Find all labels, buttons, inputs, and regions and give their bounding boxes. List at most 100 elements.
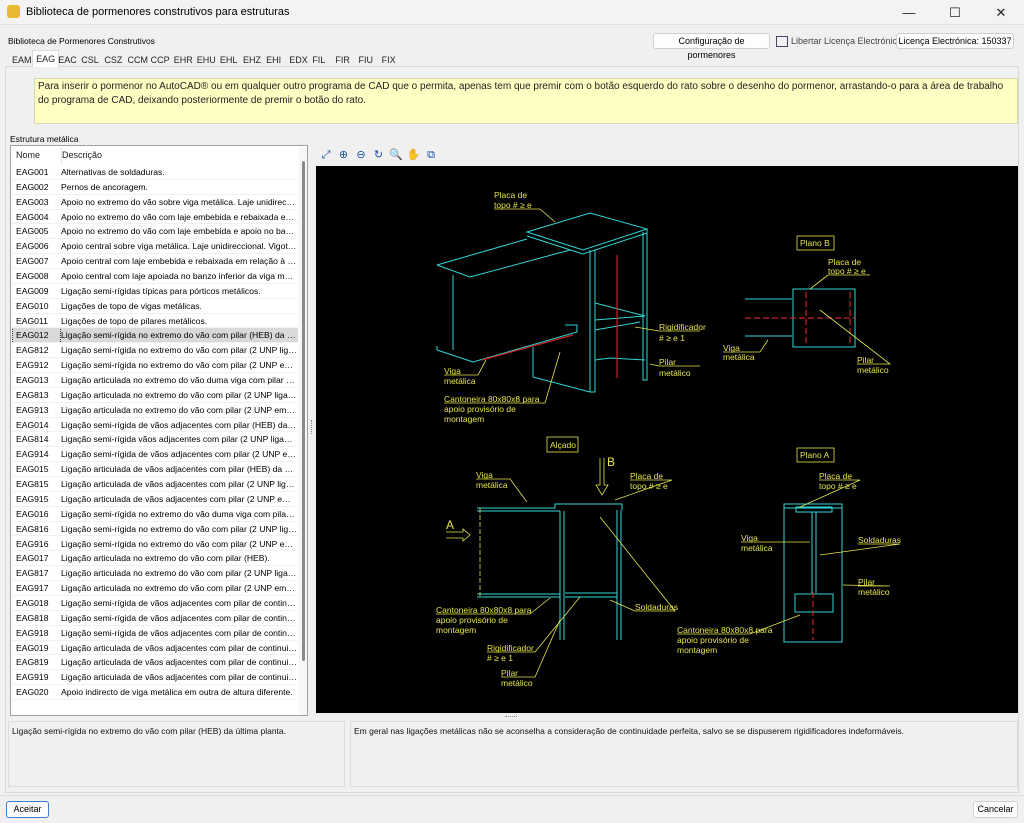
column-header-description[interactable]: Descrição [61, 147, 102, 164]
item-description: Ligação semi-rígida de vãos adjacentes c… [61, 449, 297, 460]
item-name: EAG009 [16, 285, 49, 296]
list-item[interactable]: EAG017 Ligação articulada no extremo do v… [12, 551, 298, 567]
list-item[interactable]: EAG001 Alternativas de soldaduras. [12, 165, 298, 180]
list-item[interactable]: EAG818 Ligação semi-rígida de vãos adjace… [12, 611, 298, 626]
tab-fil[interactable]: FIL [309, 53, 328, 67]
cancel-button[interactable]: Cancelar [973, 801, 1018, 818]
list-item[interactable]: EAG813 Ligação articulada no extremo do v… [12, 388, 298, 403]
list-item[interactable]: EAG918 Ligação semi-rígida de vãos adjace… [12, 626, 298, 641]
detail-drawing[interactable]: Placa de topo # ≥ e Viga metálica Canton… [316, 166, 1018, 713]
zoom-previous-icon[interactable]: ↻ [372, 148, 386, 162]
list-item[interactable]: EAG013 Ligação articulada no extremo do v… [12, 373, 298, 388]
zoom-extents-icon[interactable]: ⤢ [319, 148, 333, 162]
license-button[interactable]: Licença Electrónica: 150337 [896, 33, 1014, 49]
list-item[interactable]: EAG007 Apoio central com laje embebida e … [12, 254, 298, 270]
close-button[interactable]: ✕ [978, 0, 1024, 25]
list-item[interactable]: EAG002 Pernos de ancoragem. [12, 180, 298, 195]
list-item[interactable]: EAG819 Ligação articulada de vãos adjacen… [12, 655, 298, 671]
horizontal-splitter[interactable] [505, 716, 517, 718]
item-name: EAG012 [12, 328, 61, 343]
label-al-soldaduras: Soldaduras [635, 602, 678, 612]
tab-fir[interactable]: FIR [332, 53, 353, 67]
item-name: EAG813 [16, 389, 49, 400]
item-description: Ligação articulada no extremo do vão com… [61, 404, 297, 415]
item-description: Apoio central com laje apoiada no banzo … [61, 271, 297, 282]
list-item[interactable]: EAG919 Ligação articulada de vãos adjacen… [12, 670, 298, 686]
list-item[interactable]: EAG019 Ligação articulada de vãos adjacen… [12, 641, 298, 656]
group-label: Estrutura metálica [10, 134, 79, 144]
library-label: Biblioteca de Pormenores Construtivos [8, 36, 155, 46]
list-item[interactable]: EAG020 Apoio indirecto de viga metálica e… [12, 685, 298, 700]
config-details-button[interactable]: Configuração de pormenores [653, 33, 770, 60]
item-description: Ligação semi-rígida no extremo do vão co… [61, 523, 297, 534]
item-description: Ligação semi-rígidas típicas para pórtic… [61, 285, 261, 296]
list-item[interactable]: EAG004 Apoio no extremo do vão com laje e… [12, 210, 298, 225]
tab-eam[interactable]: EAM [9, 53, 35, 67]
tab-ehu[interactable]: EHU [194, 53, 219, 67]
list-item[interactable]: EAG016 Ligação semi-rígida no extremo do … [12, 507, 298, 522]
tab-eac[interactable]: EAC [55, 53, 80, 67]
list-item[interactable]: EAG011 Ligações de topo de pilares metáli… [12, 314, 298, 329]
tab-ehi[interactable]: EHI [263, 53, 284, 67]
tab-csz[interactable]: CSZ [101, 53, 125, 67]
tab-ehr[interactable]: EHR [171, 53, 196, 67]
item-name: EAG817 [16, 568, 49, 579]
release-license-button[interactable]: Libertar Licença Electrónica [776, 33, 902, 49]
list-scrollbar[interactable] [299, 147, 307, 715]
maximize-button[interactable]: ☐ [932, 0, 978, 25]
label-pa-cantoneira-2: apoio provisório de [677, 635, 749, 645]
tab-ehz[interactable]: EHZ [240, 53, 264, 67]
details-list[interactable]: Nome Descrição EAG001 Alternativas de sol… [10, 145, 308, 716]
list-item[interactable]: EAG915 Ligação articulada de vãos adjacen… [12, 492, 298, 507]
list-item[interactable]: EAG912 Ligação semi-rígida no extremo do … [12, 358, 298, 374]
item-description: Ligação articulada de vãos adjacentes co… [61, 672, 297, 683]
list-item[interactable]: EAG916 Ligação semi-rígida no extremo do … [12, 537, 298, 552]
list-item[interactable]: EAG817 Ligação articulada no extremo do v… [12, 566, 298, 582]
list-item[interactable]: EAG917 Ligação articulada no extremo do v… [12, 581, 298, 596]
tab-fix[interactable]: FIX [379, 53, 399, 67]
list-item[interactable]: EAG006 Apoio central sobre viga metálica.… [12, 239, 298, 255]
network-icon [776, 36, 788, 48]
label-al-placa: Placa de [630, 471, 663, 481]
item-description: Apoio central sobre viga metálica. Laje … [61, 241, 297, 252]
list-item[interactable]: EAG913 Ligação articulada no extremo do v… [12, 403, 298, 418]
accept-button[interactable]: Aceitar [6, 801, 49, 818]
zoom-icon[interactable]: 🔍 [389, 148, 403, 162]
list-item[interactable]: EAG010 Ligações de topo de vigas metálica… [12, 299, 298, 314]
detail-drawing-canvas[interactable]: Placa de topo # ≥ e Viga metálica Canton… [316, 166, 1018, 713]
item-description: Ligação articulada no extremo do vão com… [61, 389, 297, 400]
list-item[interactable]: EAG012 Ligação semi-rígida no extremo do … [12, 328, 298, 344]
tab-fiu[interactable]: FIU [356, 53, 377, 67]
list-item[interactable]: EAG815 Ligação articulada de vãos adjacen… [12, 477, 298, 492]
item-name: EAG004 [16, 211, 49, 222]
list-item[interactable]: EAG009 Ligação semi-rígidas típicas para … [12, 284, 298, 299]
list-item[interactable]: EAG914 Ligação semi-rígida de vãos adjace… [12, 447, 298, 463]
minimize-button[interactable]: — [886, 0, 932, 25]
list-item[interactable]: EAG018 Ligação semi-rígida de vãos adjace… [12, 596, 298, 611]
label-al-rigidificador: Rigidificador [487, 643, 534, 653]
tab-edx[interactable]: EDX [286, 53, 311, 67]
list-item[interactable]: EAG812 Ligação semi-rígida no extremo do … [12, 343, 298, 359]
label-al-pilar: Pilar [501, 668, 518, 678]
list-item[interactable]: EAG014 Ligação semi-rígida de vãos adjace… [12, 418, 298, 433]
label-al-cantoneira-3: montagem [436, 625, 476, 635]
list-item[interactable]: EAG015 Ligação articulada de vãos adjacen… [12, 462, 298, 478]
copy-to-clipboard-icon[interactable]: ⧉ [424, 148, 438, 162]
zoom-all-icon[interactable]: ⊕ [337, 148, 351, 162]
pan-hand-icon[interactable]: ✋ [407, 148, 421, 162]
list-item[interactable]: EAG816 Ligação semi-rígida no extremo do … [12, 522, 298, 537]
label-placa-topo-2: topo # ≥ e [494, 200, 532, 210]
tab-ehl[interactable]: EHL [217, 53, 241, 67]
column-header-name[interactable]: Nome [16, 147, 40, 164]
list-item[interactable]: EAG005 Apoio no extremo do vão com laje e… [12, 224, 298, 240]
list-item[interactable]: EAG003 Apoio no extremo do vão sobre viga… [12, 195, 298, 210]
tab-csl[interactable]: CSL [78, 53, 102, 67]
vertical-splitter[interactable] [311, 420, 314, 434]
item-name: EAG915 [16, 493, 49, 504]
list-item[interactable]: EAG814 Ligação semi-rígida vãos adjacente… [12, 432, 298, 448]
zoom-window-icon[interactable]: ⊖ [354, 148, 368, 162]
tab-ccp[interactable]: CCP [148, 53, 173, 67]
label-pa-pilar: Pilar [858, 577, 875, 587]
scrollbar-thumb[interactable] [302, 161, 305, 661]
list-item[interactable]: EAG008 Apoio central com laje apoiada no … [12, 269, 298, 284]
